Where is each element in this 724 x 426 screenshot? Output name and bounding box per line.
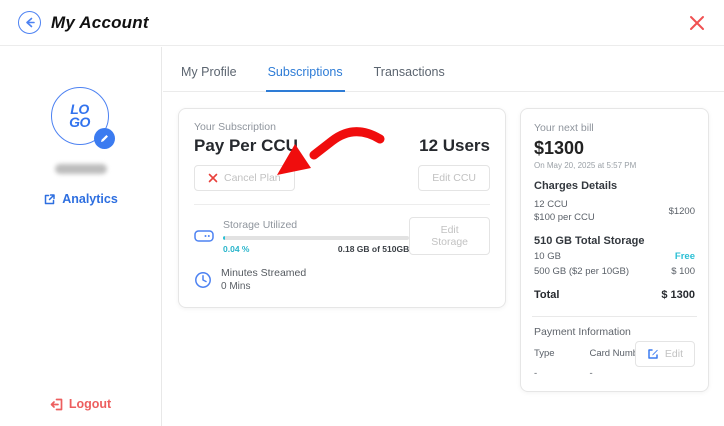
ccu-charge-row: 12 CCU $100 per CCU $1200 <box>534 198 695 224</box>
tab-bar: My Profile Subscriptions Transactions <box>163 47 724 92</box>
bill-section-label: Your next bill <box>534 122 695 134</box>
storage-row-amount: $ 100 <box>671 266 695 277</box>
subscription-card: Your Subscription Pay Per CCU 12 Users C… <box>178 108 506 308</box>
minutes-row: Minutes Streamed 0 Mins <box>194 267 490 292</box>
ccu-quantity: 12 CCU <box>534 198 595 211</box>
storage-percent: 0.04 % <box>223 244 249 254</box>
page-title: My Account <box>51 13 149 33</box>
total-amount: $ 1300 <box>661 289 695 301</box>
subscription-header: Your Subscription Pay Per CCU 12 Users <box>194 121 490 156</box>
logo-text-line2: GO <box>69 116 90 129</box>
total-label: Total <box>534 289 559 301</box>
payment-type-label: Type <box>534 348 585 359</box>
red-x-icon <box>208 173 218 183</box>
plan-name: Pay Per CCU <box>194 136 298 156</box>
close-icon[interactable] <box>688 14 706 32</box>
back-arrow-icon <box>23 16 36 29</box>
edit-ccu-label: Edit CCU <box>432 172 476 184</box>
card-divider <box>194 204 490 205</box>
minutes-value: 0 Mins <box>221 281 306 292</box>
analytics-label: Analytics <box>62 192 118 206</box>
subscription-section-label: Your Subscription <box>194 121 298 133</box>
sidebar-item-analytics[interactable]: Analytics <box>0 192 161 206</box>
storage-charge-row: 10 GB Free <box>534 251 695 262</box>
minutes-label: Minutes Streamed <box>221 267 306 279</box>
storage-label: Storage Utilized <box>223 219 409 231</box>
back-button[interactable] <box>18 11 41 34</box>
clock-icon <box>194 271 212 289</box>
storage-charge-row: 500 GB ($2 per 10GB) $ 100 <box>534 266 695 277</box>
edit-storage-button[interactable]: Edit Storage <box>409 217 490 255</box>
cancel-plan-label: Cancel Plan <box>224 172 281 184</box>
edit-payment-button[interactable]: Edit <box>635 341 695 367</box>
storage-stats: 0.04 % 0.18 GB of 510GB <box>223 244 409 254</box>
storage-row-label: 10 GB <box>534 251 561 262</box>
header: My Account <box>0 0 724 46</box>
bill-due-date: On May 20, 2025 at 5:57 PM <box>534 161 695 170</box>
subscription-buttons-row: Cancel Plan Edit CCU <box>194 165 490 191</box>
storage-progress-fill <box>223 236 225 240</box>
sidebar: LO GO Analytics Logout <box>0 47 162 426</box>
edit-square-icon <box>647 348 659 360</box>
bill-divider <box>532 316 697 317</box>
main-content: My Profile Subscriptions Transactions Yo… <box>163 47 724 426</box>
card-number-value: - <box>589 368 592 379</box>
payment-info-title: Payment Information <box>534 326 695 338</box>
total-storage-title: 510 GB Total Storage <box>534 235 695 247</box>
tab-subscriptions[interactable]: Subscriptions <box>266 47 345 92</box>
payment-type-value: - <box>534 368 585 379</box>
storage-row: Storage Utilized 0.04 % 0.18 GB of 510GB… <box>194 217 490 255</box>
tab-my-profile[interactable]: My Profile <box>179 47 239 92</box>
logout-icon <box>50 398 64 411</box>
charges-details-title: Charges Details <box>534 180 695 192</box>
avatar: LO GO <box>51 87 111 147</box>
ccu-amount: $1200 <box>669 206 695 217</box>
ccu-rate: $100 per CCU <box>534 211 595 224</box>
external-link-icon <box>43 193 56 206</box>
tab-transactions[interactable]: Transactions <box>372 47 447 92</box>
edit-ccu-button[interactable]: Edit CCU <box>418 165 490 191</box>
storage-progress-bar <box>223 236 409 240</box>
storage-details: Storage Utilized 0.04 % 0.18 GB of 510GB <box>223 219 409 254</box>
users-count: 12 Users <box>419 136 490 156</box>
edit-payment-label: Edit <box>665 348 683 360</box>
logout-label: Logout <box>69 397 111 411</box>
redacted-username <box>55 164 107 174</box>
next-bill-card: Your next bill $1300 On May 20, 2025 at … <box>520 108 709 392</box>
logout-button[interactable]: Logout <box>0 397 161 411</box>
pencil-icon <box>99 133 110 144</box>
edit-storage-label: Edit Storage <box>423 224 476 248</box>
storage-row-amount: Free <box>675 251 695 262</box>
total-row: Total $ 1300 <box>534 289 695 301</box>
avatar-edit-button[interactable] <box>94 128 115 149</box>
bill-amount: $1300 <box>534 138 695 159</box>
cancel-plan-button[interactable]: Cancel Plan <box>194 165 295 191</box>
storage-drive-icon <box>194 229 214 243</box>
storage-row-label: 500 GB ($2 per 10GB) <box>534 266 629 277</box>
payment-grid: Type Card Number - - Edit <box>534 343 695 381</box>
storage-usage: 0.18 GB of 510GB <box>338 244 409 254</box>
cards-area: Your Subscription Pay Per CCU 12 Users C… <box>163 92 724 408</box>
